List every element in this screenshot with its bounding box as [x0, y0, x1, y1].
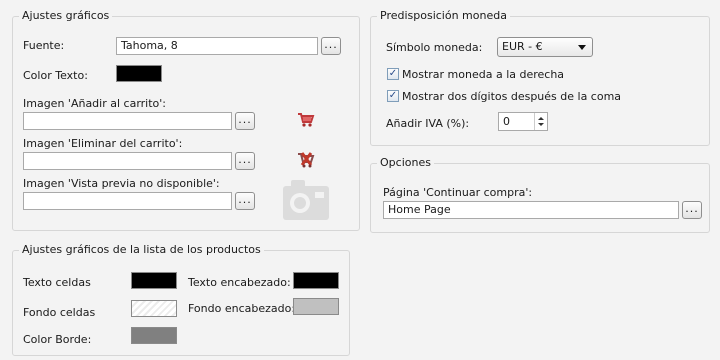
preview-image-label: Imagen 'Vista previa no disponible':	[23, 177, 220, 190]
show-two-decimals-label: Mostrar dos dígitos después de la coma	[402, 90, 622, 103]
cell-text-label: Texto celdas	[23, 276, 91, 289]
add-cart-image-label: Imagen 'Añadir al carrito':	[23, 97, 166, 110]
graphics-settings-legend: Ajustes gráficos	[19, 9, 113, 22]
header-bg-label: Fondo encabezado:	[188, 302, 296, 315]
font-label: Fuente:	[23, 39, 65, 52]
continue-shopping-label: Página 'Continuar compra':	[383, 186, 533, 199]
border-color-label: Color Borde:	[23, 333, 92, 346]
currency-symbol-select[interactable]: EUR - €	[497, 37, 593, 57]
product-list-legend: Ajustes gráficos de la lista de los prod…	[19, 243, 264, 256]
cell-bg-label: Fondo celdas	[23, 306, 96, 319]
cell-text-color-swatch[interactable]	[131, 272, 177, 289]
remove-cart-image-label: Imagen 'Eliminar del carrito':	[23, 137, 183, 150]
product-list-settings-group: Ajustes gráficos de la lista de los prod…	[12, 243, 350, 356]
vat-label: Añadir IVA (%):	[386, 117, 470, 130]
options-legend: Opciones	[377, 156, 434, 169]
preview-image-field[interactable]	[23, 192, 232, 210]
show-currency-right-checkbox[interactable]: ✓	[387, 68, 399, 80]
header-text-label: Texto encabezado:	[188, 276, 291, 289]
continue-shopping-field[interactable]: Home Page	[383, 201, 679, 219]
camera-icon	[283, 180, 329, 220]
stepper-down-icon[interactable]	[538, 123, 544, 126]
cart-add-icon	[298, 113, 315, 127]
text-color-swatch[interactable]	[116, 65, 162, 82]
graphics-settings-group: Ajustes gráficos Fuente: Tahoma, 8 ... C…	[12, 9, 360, 231]
remove-cart-image-field[interactable]	[23, 152, 232, 170]
stepper-up-icon[interactable]	[538, 117, 544, 120]
preview-browse-button[interactable]: ...	[235, 192, 255, 210]
currency-symbol-label: Símbolo moneda:	[386, 41, 483, 54]
remove-cart-browse-button[interactable]: ...	[235, 152, 255, 170]
text-color-label: Color Texto:	[23, 69, 88, 82]
vat-stepper-buttons[interactable]	[534, 113, 547, 130]
font-field[interactable]: Tahoma, 8	[116, 37, 318, 55]
chevron-down-icon	[578, 45, 586, 50]
cart-remove-icon	[298, 152, 315, 168]
add-cart-image-field[interactable]	[23, 112, 232, 130]
show-two-decimals-checkbox[interactable]: ✓	[387, 90, 399, 102]
header-bg-color-swatch[interactable]	[293, 298, 339, 315]
font-browse-button[interactable]: ...	[321, 37, 341, 55]
vat-stepper[interactable]: 0	[498, 112, 548, 131]
cell-bg-color-swatch[interactable]	[131, 300, 177, 317]
continue-shopping-browse-button[interactable]: ...	[682, 201, 702, 219]
options-group: Opciones Página 'Continuar compra': Home…	[370, 156, 710, 233]
currency-symbol-value: EUR - €	[502, 40, 543, 53]
vat-value: 0	[503, 115, 510, 128]
add-cart-browse-button[interactable]: ...	[235, 112, 255, 130]
border-color-swatch[interactable]	[131, 327, 177, 344]
header-text-color-swatch[interactable]	[293, 272, 339, 289]
currency-settings-group: Predisposición moneda Símbolo moneda: EU…	[370, 9, 710, 146]
currency-legend: Predisposición moneda	[377, 9, 510, 22]
show-currency-right-label: Mostrar moneda a la derecha	[402, 68, 565, 81]
